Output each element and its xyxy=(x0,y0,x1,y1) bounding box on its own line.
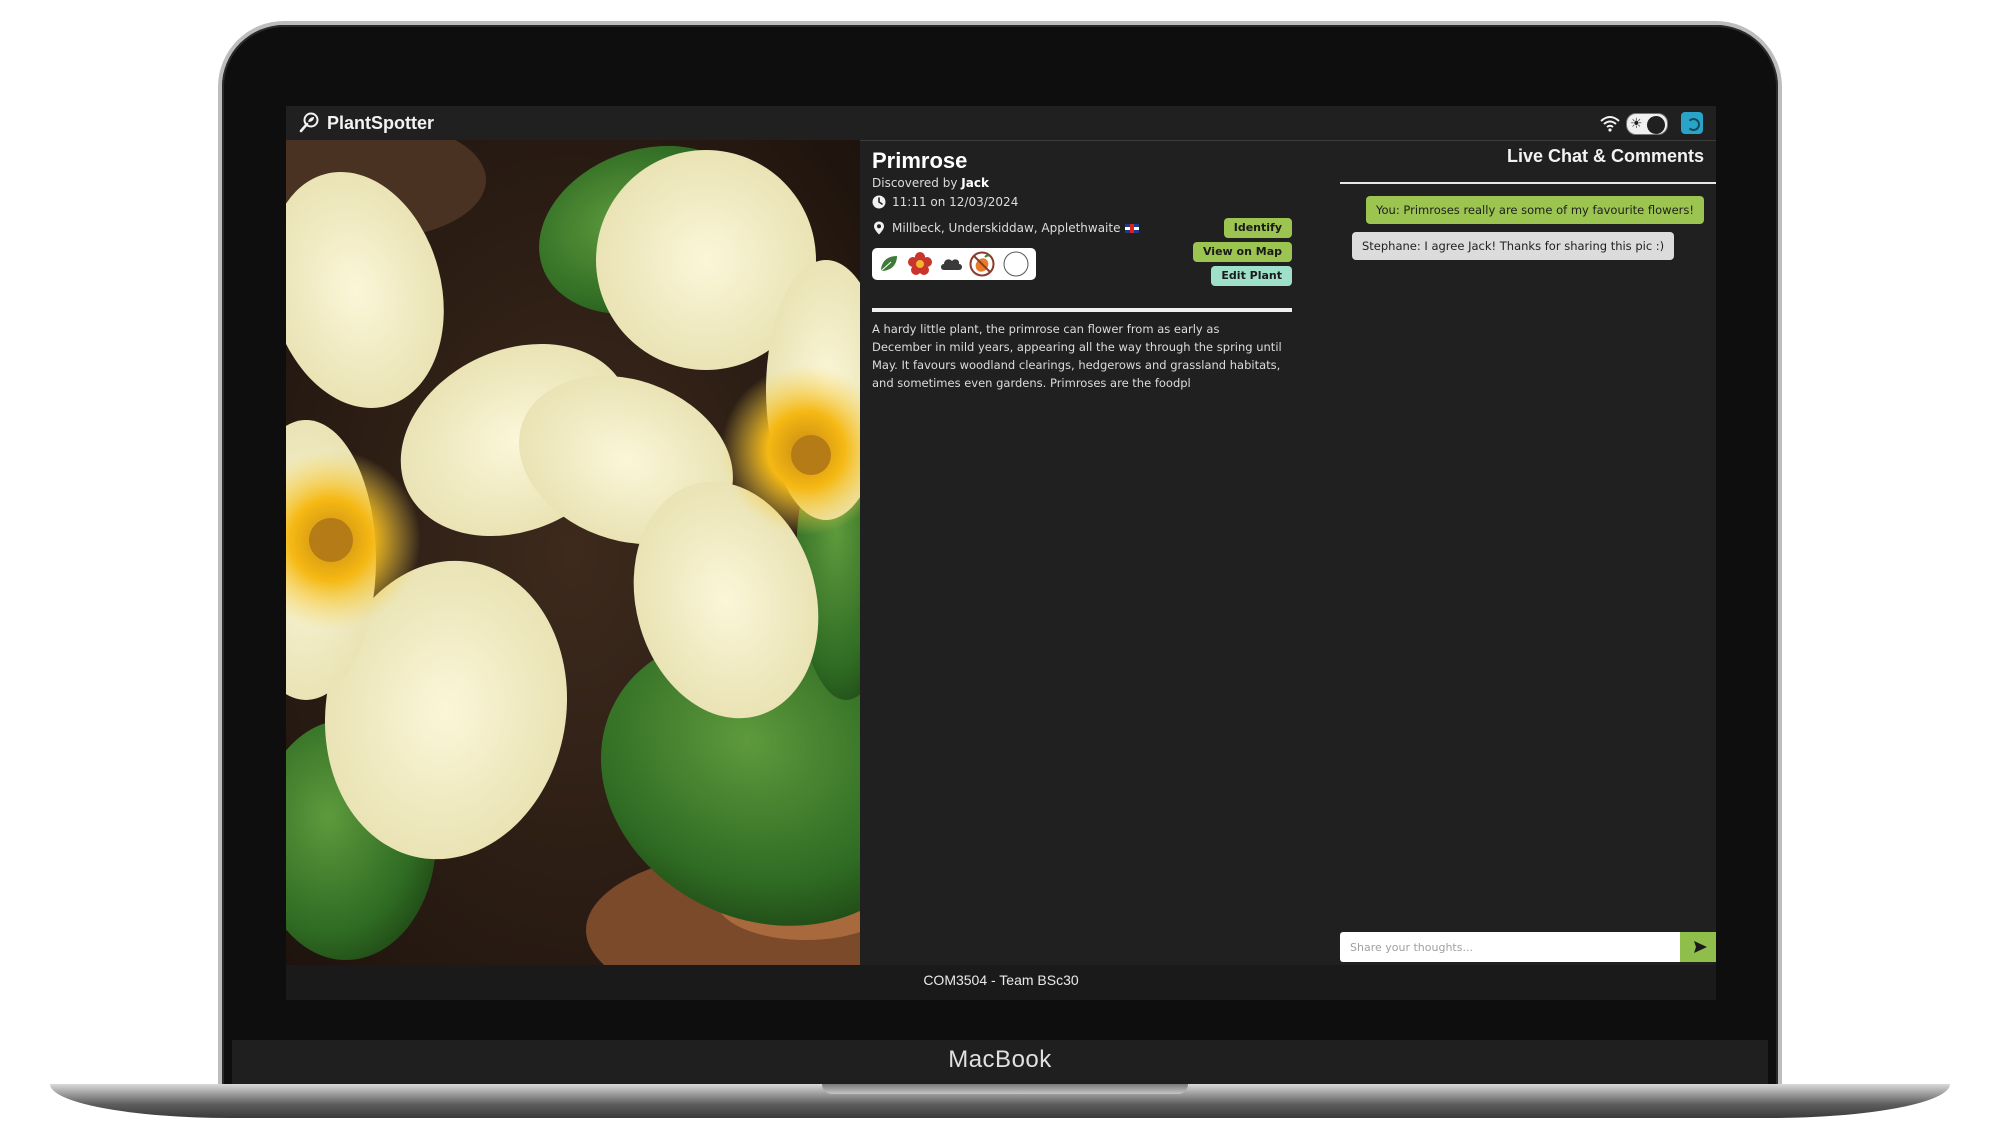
laptop-notch xyxy=(822,1084,1188,1094)
view-on-map-button[interactable]: View on Map xyxy=(1192,242,1292,262)
chat-divider xyxy=(1340,182,1716,184)
chat-message-other: Stephane: I agree Jack! Thanks for shari… xyxy=(1352,232,1675,260)
toggle-knob xyxy=(1647,116,1665,134)
chat-input[interactable] xyxy=(1340,932,1680,962)
app-title[interactable]: PlantSpotter xyxy=(327,113,434,134)
plant-location: Millbeck, Underskiddaw, Applethwaite xyxy=(892,221,1121,235)
no-fruit-icon xyxy=(969,251,995,277)
empty-circle-icon xyxy=(1003,251,1029,277)
leaf-icon xyxy=(880,256,897,272)
device-label: MacBook xyxy=(948,1046,1052,1073)
discoverer-name: Jack xyxy=(961,176,989,190)
send-button[interactable] xyxy=(1680,932,1716,962)
section-divider xyxy=(872,308,1292,312)
edit-plant-button[interactable]: Edit Plant xyxy=(1211,266,1292,286)
plant-description: A hardy little plant, the primrose can f… xyxy=(872,322,1282,390)
location-pin-icon xyxy=(874,221,884,235)
app-screen: PlantSpotter ☀ Primrose Discovered by Ja… xyxy=(286,106,1716,1000)
magnifier-leaf-icon[interactable] xyxy=(298,112,320,134)
chat-message-own: You: Primroses really are some of my fav… xyxy=(1366,196,1704,224)
plant-time: 11:11 on 12/03/2024 xyxy=(892,195,1019,209)
chat-panel: Live Chat & Comments You: Primroses real… xyxy=(1340,140,1716,966)
chat-title: Live Chat & Comments xyxy=(1506,146,1704,166)
characteristics-badges xyxy=(872,248,1036,280)
flower-icon xyxy=(908,252,932,275)
user-avatar[interactable] xyxy=(1681,112,1703,134)
uk-flag-icon xyxy=(1125,223,1140,233)
footer: COM3504 - Team BSc30 xyxy=(286,965,1716,1000)
identify-button[interactable]: Identify xyxy=(1223,218,1292,238)
wifi-icon xyxy=(1600,116,1620,132)
clock-icon xyxy=(872,195,886,209)
sun-icon: ☀ xyxy=(1630,116,1643,132)
discovered-by: Discovered by Jack xyxy=(872,176,989,190)
discovered-prefix: Discovered by xyxy=(872,176,958,190)
time-row: 11:11 on 12/03/2024 xyxy=(872,195,1018,209)
send-icon xyxy=(1694,941,1707,953)
theme-toggle[interactable]: ☀ xyxy=(1626,113,1668,135)
plant-photo xyxy=(286,140,860,966)
location-row: Millbeck, Underskiddaw, Applethwaite xyxy=(872,221,1140,235)
cloud-icon xyxy=(941,259,962,270)
top-bar: PlantSpotter ☀ xyxy=(286,106,1716,141)
plant-name: Primrose xyxy=(872,148,968,173)
